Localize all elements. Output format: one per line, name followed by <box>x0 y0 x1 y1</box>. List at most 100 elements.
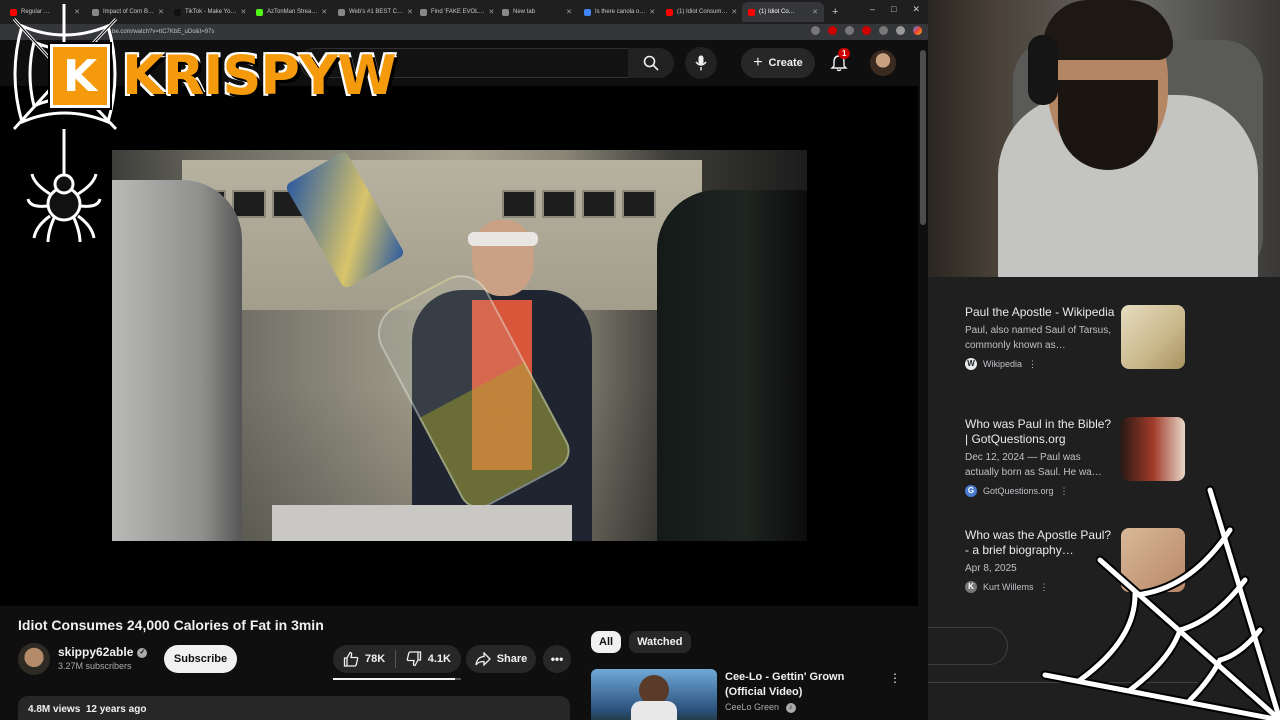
close-tab-icon[interactable]: ✕ <box>489 8 495 16</box>
like-ratio-bar <box>333 678 461 680</box>
recommendation-channel[interactable]: CeeLo Green ♪ <box>725 702 796 713</box>
tab-label: (1) Idiot Consum… <box>677 9 728 15</box>
upload-age: 12 years ago <box>85 704 147 715</box>
result-source-name: Wikipedia <box>983 359 1023 369</box>
extension-icon[interactable] <box>811 26 820 35</box>
scrollbar-thumb[interactable] <box>920 50 926 225</box>
extension-icon[interactable] <box>862 26 871 35</box>
more-options-icon[interactable]: ⋮ <box>1028 359 1037 370</box>
notification-badge: 1 <box>838 48 851 59</box>
tab-favicon-icon <box>584 8 591 16</box>
streamer-hair-image <box>1043 0 1173 60</box>
tab-label: Find 'FAKE EVOL… <box>431 9 485 15</box>
share-label: Share <box>496 653 528 665</box>
table-image <box>272 505 572 541</box>
result-source: W Wikipedia ⋮ <box>965 358 1225 370</box>
logo-wordmark: KRISPYW <box>122 44 397 107</box>
result-thumbnail[interactable] <box>1121 305 1185 369</box>
thumbnail-figure-shirt <box>631 701 677 720</box>
webcam-feed <box>928 0 1280 277</box>
thumbs-up-icon <box>343 651 359 667</box>
wikipedia-icon: W <box>965 358 977 370</box>
channel-name-text[interactable]: skippy62able <box>58 645 133 659</box>
dislike-count: 4.1K <box>427 653 451 665</box>
create-label: Create <box>768 57 803 69</box>
maximize-button[interactable]: □ <box>891 4 896 15</box>
search-button[interactable] <box>628 48 674 78</box>
search-icon <box>643 55 659 71</box>
description-box[interactable]: 4.8M views 12 years ago <box>18 696 570 720</box>
new-tab-button[interactable]: + <box>832 6 838 18</box>
window-pane <box>502 190 536 218</box>
tab-label: Is there canola o… <box>595 9 646 15</box>
tab-label: Web's #1 BEST C… <box>349 9 403 15</box>
tab-favicon-icon <box>748 8 755 16</box>
result-thumbnail[interactable] <box>1121 417 1185 481</box>
close-tab-icon[interactable]: ✕ <box>649 8 655 16</box>
result-title[interactable]: Who was Paul in the Bible? | GotQuestion… <box>965 417 1115 447</box>
corner-spider-web-icon <box>1040 485 1280 720</box>
window-pane <box>542 190 576 218</box>
account-avatar[interactable] <box>870 50 896 76</box>
browser-tab[interactable]: (1) Idiot Consum… ✕ <box>660 2 742 22</box>
extension-icon[interactable] <box>845 26 854 35</box>
minimize-button[interactable]: – <box>870 4 875 15</box>
result-snippet: Dec 12, 2024 — Paul was actually born as… <box>965 452 1102 478</box>
like-count: 78K <box>365 653 386 665</box>
chip-watched[interactable]: Watched <box>629 631 691 653</box>
channel-name[interactable]: skippy62able ✓ <box>58 645 148 659</box>
extension-icon[interactable] <box>879 26 888 35</box>
extension-icon[interactable] <box>828 26 837 35</box>
result-title[interactable]: Paul the Apostle - Wikipedia <box>965 305 1115 320</box>
recommendation-menu-button[interactable]: ⋮ <box>889 671 901 685</box>
thumbs-down-icon <box>406 651 421 667</box>
channel-avatar[interactable] <box>18 643 50 675</box>
kurt-willems-icon: K <box>965 581 977 593</box>
create-button[interactable]: + Create <box>741 48 815 78</box>
subscribe-button[interactable]: Subscribe <box>164 645 237 673</box>
view-count: 4.8M views <box>28 704 81 715</box>
window-pane <box>622 190 656 218</box>
headband-shape <box>468 232 538 246</box>
window-pane <box>582 190 616 218</box>
channel-logo-overlay: K KRISPYW <box>4 4 397 244</box>
voice-search-button[interactable] <box>685 47 717 79</box>
close-tab-icon[interactable]: ✕ <box>566 8 572 16</box>
tab-label: (1) Idiot Co… <box>759 9 795 15</box>
more-actions-button[interactable]: ••• <box>543 645 571 673</box>
verified-icon: ✓ <box>137 647 148 658</box>
spider-web-icon <box>12 4 118 243</box>
extension-icons <box>811 26 922 35</box>
tab-favicon-icon <box>666 8 673 16</box>
result-snippet: Paul, also named Saul of Tarsus, commonl… <box>965 325 1112 351</box>
browser-tab[interactable]: New tab ✕ <box>496 2 578 22</box>
share-button[interactable]: Share <box>466 645 536 673</box>
recommendation-thumbnail[interactable] <box>591 669 717 720</box>
page-scrollbar[interactable] <box>918 40 928 720</box>
close-tab-icon[interactable]: ✕ <box>731 8 737 16</box>
like-button[interactable]: 78K <box>333 645 395 673</box>
headset-image <box>1028 35 1058 105</box>
close-window-button[interactable]: ✕ <box>912 4 920 15</box>
verified-icon: ♪ <box>785 702 796 713</box>
logo-k-badge: K <box>50 44 110 108</box>
recommendation-title[interactable]: Cee-Lo - Gettin' Grown (Official Video) <box>725 670 885 700</box>
browser-tab[interactable]: Is there canola o… ✕ <box>578 2 660 22</box>
browser-tab[interactable]: Find 'FAKE EVOL… ✕ <box>414 2 496 22</box>
tab-favicon-icon <box>420 8 427 16</box>
dislike-button[interactable]: 4.1K <box>396 645 461 673</box>
recommendation-channel-name[interactable]: CeeLo Green <box>725 702 779 712</box>
notifications-button[interactable]: 1 <box>826 48 852 76</box>
subscriber-count: 3.27M subscribers <box>58 661 132 671</box>
chip-all[interactable]: All <box>591 631 622 653</box>
profile-icon[interactable] <box>896 26 905 35</box>
gemini-icon[interactable] <box>913 26 922 35</box>
close-tab-icon[interactable]: ✕ <box>407 8 413 16</box>
browser-tab[interactable]: (1) Idiot Co… ✕ <box>742 2 824 22</box>
search-result[interactable]: Paul the Apostle - Wikipedia Paul, also … <box>965 305 1225 370</box>
recommendation-chips: All Watched <box>591 631 691 653</box>
follow-up-input[interactable] <box>928 627 1008 665</box>
result-source-name: Kurt Willems <box>983 582 1034 592</box>
close-tab-icon[interactable]: ✕ <box>812 8 818 16</box>
dark-car-image <box>657 190 807 541</box>
